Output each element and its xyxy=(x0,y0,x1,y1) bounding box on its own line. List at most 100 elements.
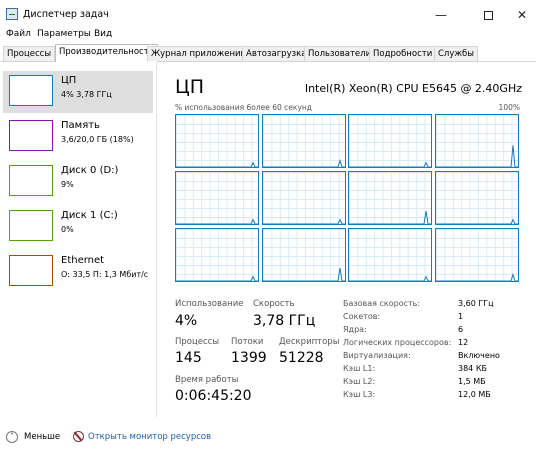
maximize-icon xyxy=(483,11,493,20)
threads-value: 1399 xyxy=(231,350,267,366)
cpu-core-usage-line xyxy=(262,267,345,281)
handles-value: 51228 xyxy=(279,350,324,366)
memory-thumbnail xyxy=(9,120,53,151)
menu-view[interactable]: Вид xyxy=(94,29,112,39)
info-key: Кэш L3: xyxy=(343,390,376,399)
task-manager-icon xyxy=(6,8,18,20)
info-value: 12 xyxy=(458,338,469,347)
cpu-core-usage-line xyxy=(435,218,518,224)
cpu-core-graph xyxy=(175,171,259,225)
info-value: Включено xyxy=(458,351,500,360)
cpu-core-graph xyxy=(348,114,432,168)
footer: ˄ Меньше Открыть монитор ресурсов xyxy=(0,426,536,448)
cpu-core-graph xyxy=(434,228,519,282)
cpu-core-graph xyxy=(434,171,519,225)
info-value: 12,0 МБ xyxy=(458,390,491,399)
open-resource-monitor-link[interactable]: Открыть монитор ресурсов xyxy=(88,432,211,442)
sidebar-item-title: Ethernet xyxy=(61,255,105,266)
cpu-core-graph xyxy=(261,171,346,225)
speed-label: Скорость xyxy=(253,299,295,309)
window-title: Диспетчер задач xyxy=(23,9,109,20)
tab-startup[interactable]: Автозагрузка xyxy=(242,46,311,61)
close-button[interactable]: ✕ xyxy=(505,4,536,28)
tab-app-history[interactable]: Журнал приложений xyxy=(147,46,251,61)
info-value: 3,60 ГГц xyxy=(458,299,494,308)
fewer-details-link[interactable]: Меньше xyxy=(24,432,60,442)
resource-sidebar: ЦП 4% 3,78 ГГц Память 3,6/20,0 ГБ (18%) … xyxy=(0,62,157,417)
cpu-panel: ЦП Intel(R) Xeon(R) CPU E5645 @ 2.40GHz … xyxy=(158,62,536,417)
uptime-label: Время работы xyxy=(175,375,239,385)
cpu-core-usage-line xyxy=(349,210,431,224)
handles-label: Дескрипторы xyxy=(279,337,340,347)
info-key: Логических процессоров: xyxy=(343,338,452,347)
menu-file[interactable]: Файл xyxy=(6,29,31,39)
cpu-heading: ЦП xyxy=(175,76,205,98)
tab-users[interactable]: Пользователи xyxy=(304,46,376,61)
cpu-core-usage-line xyxy=(349,275,431,281)
sidebar-item-memory[interactable]: Память 3,6/20,0 ГБ (18%) xyxy=(3,116,153,158)
cpu-core-usage-line xyxy=(435,272,518,281)
tab-processes[interactable]: Процессы xyxy=(3,46,56,61)
info-value: 1 xyxy=(458,312,464,321)
sidebar-item-sub: 9% xyxy=(61,180,74,189)
tab-details[interactable]: Подробности xyxy=(369,46,437,61)
cpu-core-usage-line xyxy=(176,275,258,281)
info-value: 6 xyxy=(458,325,464,334)
cpu-core-usage-line xyxy=(435,145,518,167)
threads-label: Потоки xyxy=(231,337,264,347)
sidebar-item-ethernet[interactable]: Ethernet О: 33,5 П: 1,3 Мбит/с xyxy=(3,251,153,293)
title-bar: Диспетчер задач — ✕ xyxy=(0,0,536,30)
tab-performance[interactable]: Производительность xyxy=(55,44,158,62)
tab-bar: Процессы Производительность Журнал прило… xyxy=(0,44,536,62)
cpu-core-graph xyxy=(348,171,432,225)
cpu-model: Intel(R) Xeon(R) CPU E5645 @ 2.40GHz xyxy=(304,82,522,95)
info-value: 1,5 МБ xyxy=(458,377,486,386)
menu-options[interactable]: Параметры xyxy=(37,29,91,39)
sidebar-item-title: Диск 0 (D:) xyxy=(61,165,119,176)
utilization-label: Использование xyxy=(175,299,244,309)
tab-services[interactable]: Службы xyxy=(434,46,479,61)
sidebar-item-sub: 3,6/20,0 ГБ (18%) xyxy=(61,135,134,144)
processes-label: Процессы xyxy=(175,337,220,347)
resource-monitor-icon xyxy=(73,431,84,442)
graph-label: % использования 6олее 60 секунд xyxy=(175,103,312,112)
sidebar-item-sub: О: 33,5 П: 1,3 Мбит/с xyxy=(61,270,149,279)
cpu-core-graphs xyxy=(175,114,519,287)
sidebar-item-title: Память xyxy=(61,120,100,131)
sidebar-item-disk0[interactable]: Диск 0 (D:) 9% xyxy=(3,161,153,203)
cpu-core-usage-line xyxy=(262,158,345,167)
ethernet-thumbnail xyxy=(9,255,53,286)
cpu-core-graph xyxy=(434,114,519,168)
cpu-core-graph xyxy=(175,228,259,282)
sidebar-item-disk1[interactable]: Диск 1 (C:) 0% xyxy=(3,206,153,248)
info-key: Сокетов: xyxy=(343,312,381,321)
cpu-core-graph xyxy=(348,228,432,282)
processes-value: 145 xyxy=(175,350,202,366)
menu-bar: Файл Параметры Вид xyxy=(0,28,536,42)
cpu-core-usage-line xyxy=(262,218,345,224)
speed-value: 3,78 ГГц xyxy=(253,313,316,329)
sidebar-item-title: Диск 1 (C:) xyxy=(61,210,118,221)
disk1-thumbnail xyxy=(9,210,53,241)
maximize-button[interactable] xyxy=(471,4,505,28)
minimize-button[interactable]: — xyxy=(424,4,458,28)
sidebar-item-sub: 4% 3,78 ГГц xyxy=(61,90,112,99)
info-value: 384 КБ xyxy=(458,364,487,373)
sidebar-item-cpu[interactable]: ЦП 4% 3,78 ГГц xyxy=(3,71,153,113)
info-key: Ядра: xyxy=(343,325,367,334)
cpu-core-usage-line xyxy=(176,161,258,167)
sidebar-item-title: ЦП xyxy=(61,75,77,86)
cpu-core-usage-line xyxy=(176,218,258,224)
info-key: Базовая скорость: xyxy=(343,299,421,308)
cpu-core-graph xyxy=(261,228,346,282)
cpu-core-usage-line xyxy=(349,161,431,167)
info-key: Кэш L2: xyxy=(343,377,376,386)
sidebar-item-sub: 0% xyxy=(61,225,74,234)
cpu-thumbnail xyxy=(9,75,53,106)
cpu-core-graph xyxy=(175,114,259,168)
utilization-value: 4% xyxy=(175,313,198,329)
disk0-thumbnail xyxy=(9,165,53,196)
chevron-up-icon[interactable]: ˄ xyxy=(6,431,18,443)
uptime-value: 0:06:45:20 xyxy=(175,388,252,404)
info-key: Виртуализация: xyxy=(343,351,411,360)
